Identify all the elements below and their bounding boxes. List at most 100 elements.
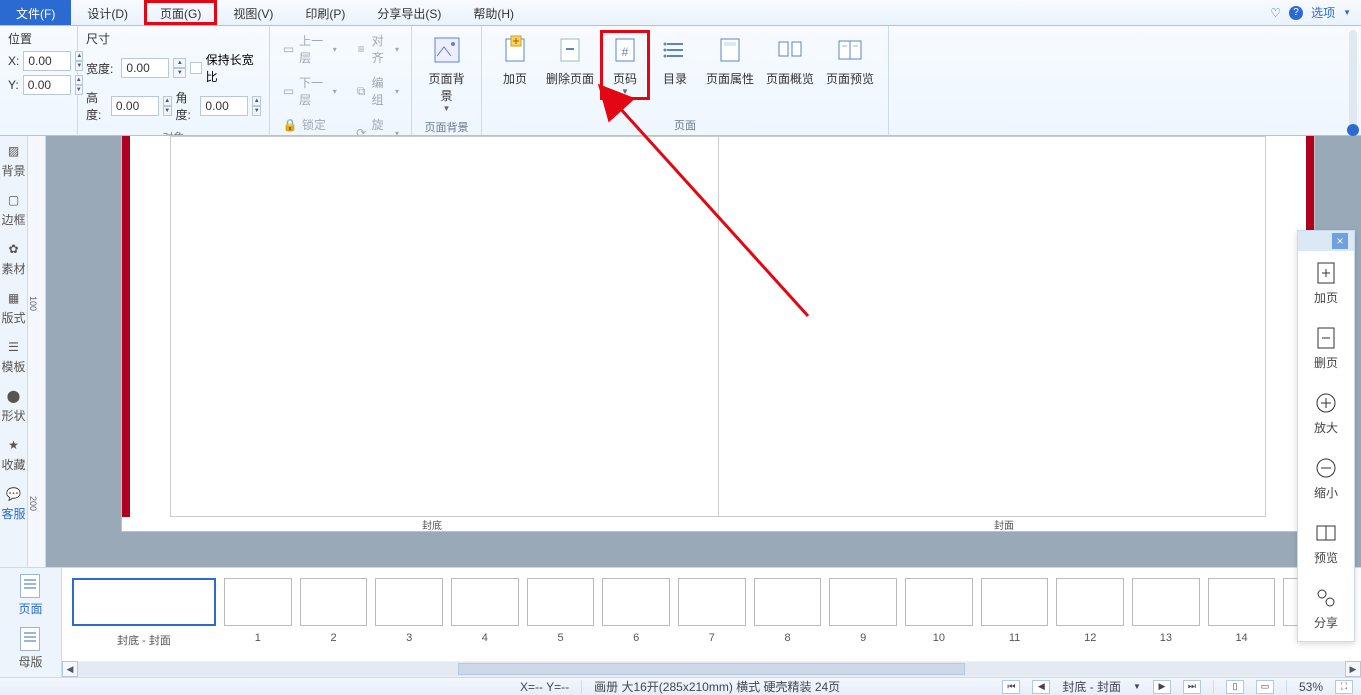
fit-button[interactable]: ⛶	[1335, 680, 1353, 694]
layer-down-button[interactable]: ▭下一层▾	[278, 72, 341, 110]
rp-preview[interactable]: 预览	[1298, 511, 1354, 576]
rp-del-page[interactable]: 删页	[1298, 316, 1354, 381]
thumb-7[interactable]: 7	[678, 578, 746, 644]
thumb-cover[interactable]: 封底 - 封面	[72, 578, 216, 648]
scroll-track[interactable]	[78, 662, 1345, 676]
delete-page-button[interactable]: 删除页面	[540, 30, 600, 100]
y-label: Y:	[8, 78, 19, 92]
menu-file[interactable]: 文件(F)	[0, 0, 71, 25]
thumb-5[interactable]: 5	[527, 578, 595, 644]
rp-zoom-out[interactable]: 缩小	[1298, 446, 1354, 511]
nav-first-button[interactable]: ⏮	[1002, 680, 1020, 694]
rp-share[interactable]: 分享	[1298, 576, 1354, 641]
keep-ratio-checkbox[interactable]	[190, 62, 201, 74]
menu-print[interactable]: 印刷(P)	[289, 0, 361, 25]
ruler-vertical: 100 200	[28, 136, 46, 567]
nav-last-button[interactable]: ⏭	[1183, 680, 1201, 694]
x-input[interactable]	[23, 51, 71, 71]
scroll-right-button[interactable]: ▶	[1345, 661, 1361, 677]
side-fav[interactable]: ★收藏	[0, 430, 28, 479]
heart-icon[interactable]: ♡	[1270, 6, 1281, 20]
page-spread[interactable]: 封底 封面	[122, 136, 1314, 531]
menu-view[interactable]: 视图(V)	[217, 0, 289, 25]
page-overview-icon	[774, 34, 806, 66]
thumb-1[interactable]: 1	[224, 578, 292, 644]
layer-up-button[interactable]: ▭上一层▾	[278, 30, 341, 68]
page-bg-button[interactable]: 页面背景 ▼	[420, 30, 473, 117]
thumb-10[interactable]: 10	[905, 578, 973, 644]
width-spinner[interactable]: ▲▼	[173, 58, 186, 78]
menu-help[interactable]: 帮助(H)	[457, 0, 530, 25]
share-icon	[1314, 586, 1338, 610]
keep-ratio-label: 保持长宽比	[206, 51, 261, 85]
angle-input[interactable]	[200, 96, 248, 116]
view-single-button[interactable]: ▯	[1226, 680, 1244, 694]
add-page-button[interactable]: 加页	[490, 30, 540, 100]
group-icon: ⧉	[355, 83, 368, 99]
thumb-hscroll[interactable]: ◀ ▶	[62, 661, 1361, 677]
toc-button[interactable]: 目录	[650, 30, 700, 100]
page-preview-icon	[834, 34, 866, 66]
thumb-4[interactable]: 4	[451, 578, 519, 644]
slider-indicator[interactable]	[1349, 30, 1357, 134]
scroll-left-button[interactable]: ◀	[62, 661, 78, 677]
group-button[interactable]: ⧉编组▾	[351, 72, 403, 110]
thumb-13[interactable]: 13	[1132, 578, 1200, 644]
menu-design[interactable]: 设计(D)	[71, 0, 144, 25]
bg-icon: ▨	[5, 142, 23, 160]
page-bg-icon	[431, 34, 463, 66]
width-input[interactable]	[121, 58, 169, 78]
template-icon: ☰	[5, 338, 23, 356]
thumb-8[interactable]: 8	[754, 578, 822, 644]
rp-add-page[interactable]: 加页	[1298, 251, 1354, 316]
height-input[interactable]	[111, 96, 159, 116]
canvas-area[interactable]: 100 200 封底 封面	[28, 136, 1361, 567]
ribbon: 位置 X: ▲▼ Y: ▲▼ 尺寸 宽度: ▲▼ 保持长宽比 高度: ▲▼ 角度…	[0, 26, 1361, 136]
side-layout[interactable]: ▦版式	[0, 283, 28, 332]
thumb-9[interactable]: 9	[829, 578, 897, 644]
lock-button[interactable]: 🔒锁定	[278, 114, 341, 135]
view-spread-button[interactable]: ▭	[1256, 680, 1274, 694]
thumbnail-strip: 页面 母版 封底 - 封面 1 2 3 4 5 6 7 8 9 10 11 12…	[0, 567, 1361, 677]
nav-next-button[interactable]: ▶	[1153, 680, 1171, 694]
ribbon-group-size: 尺寸 宽度: ▲▼ 保持长宽比 高度: ▲▼ 角度: ▲▼ 对象	[78, 26, 270, 135]
position-title: 位置	[8, 30, 69, 47]
nav-prev-button[interactable]: ◀	[1032, 680, 1050, 694]
page-footer: 封底 封面	[122, 517, 1314, 531]
menu-page[interactable]: 页面(G)	[144, 0, 217, 25]
right-panel: × 加页 删页 放大 缩小 预览 分享	[1297, 230, 1355, 642]
thumb-2[interactable]: 2	[300, 578, 368, 644]
thumb-14[interactable]: 14	[1208, 578, 1276, 644]
thumb-6[interactable]: 6	[602, 578, 670, 644]
thumb-12[interactable]: 12	[1056, 578, 1124, 644]
side-bg[interactable]: ▨背景	[0, 136, 28, 185]
options-link[interactable]: 选项	[1311, 4, 1335, 21]
scroll-thumb[interactable]	[458, 663, 965, 675]
bg-group-label: 页面背景	[420, 117, 473, 135]
chevron-down-icon[interactable]: ▼	[1343, 8, 1351, 17]
close-icon[interactable]: ×	[1332, 233, 1348, 249]
thumb-3[interactable]: 3	[375, 578, 443, 644]
side-border[interactable]: ▢边框	[0, 185, 28, 234]
help-icon[interactable]: ?	[1289, 6, 1303, 20]
thumb-tab-master[interactable]: 母版	[18, 627, 42, 670]
rp-zoom-in[interactable]: 放大	[1298, 381, 1354, 446]
angle-spinner[interactable]: ▲▼	[252, 96, 261, 116]
menu-share[interactable]: 分享导出(S)	[361, 0, 457, 25]
thumb-11[interactable]: 11	[981, 578, 1049, 644]
align-button[interactable]: ≡对齐▾	[351, 30, 403, 68]
side-template[interactable]: ☰模板	[0, 332, 28, 381]
star-icon: ★	[5, 436, 23, 454]
thumb-tab-page[interactable]: 页面	[18, 574, 42, 617]
x-label: X:	[8, 54, 19, 68]
page-preview-button[interactable]: 页面预览	[820, 30, 880, 100]
y-input[interactable]	[23, 75, 71, 95]
side-support[interactable]: 💬客服	[0, 479, 28, 528]
height-spinner[interactable]: ▲▼	[163, 96, 172, 116]
book-icon	[1314, 521, 1338, 545]
page-number-button[interactable]: # 页码 ▼	[600, 30, 650, 100]
page-props-button[interactable]: 页面属性	[700, 30, 760, 100]
side-shape[interactable]: ⬤形状	[0, 381, 28, 430]
page-overview-button[interactable]: 页面概览	[760, 30, 820, 100]
side-material[interactable]: ✿素材	[0, 234, 28, 283]
